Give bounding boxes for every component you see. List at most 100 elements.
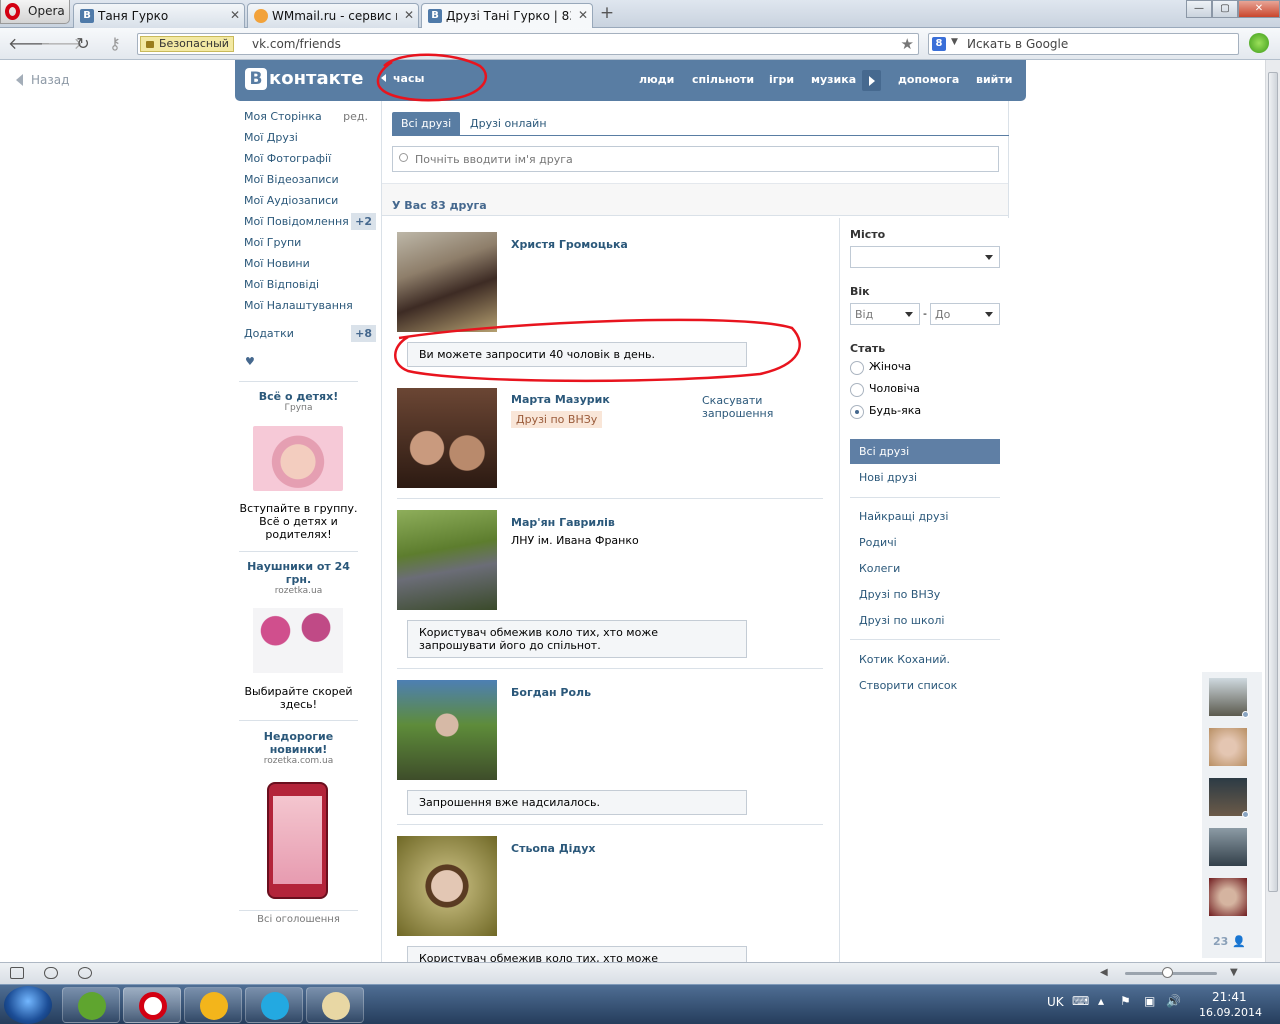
windows-start-button[interactable] xyxy=(4,986,52,1024)
filter-best-friends[interactable]: Найкращі друзі xyxy=(850,504,1000,529)
menu-my-friends[interactable]: Мої Друзі xyxy=(239,129,376,150)
skype-taskbar-button[interactable] xyxy=(245,987,303,1023)
opera-taskbar-button[interactable] xyxy=(123,987,181,1023)
menu-apps[interactable]: Додатки +8 xyxy=(239,325,376,346)
filter-university-friends[interactable]: Друзі по ВНЗу xyxy=(850,582,1000,607)
url-text[interactable]: vk.com/friends xyxy=(252,37,341,51)
nav-help[interactable]: допомога xyxy=(898,73,959,86)
age-from-select[interactable]: Від xyxy=(850,303,920,325)
menu-my-news[interactable]: Мої Новини xyxy=(239,255,376,276)
tab-friends-online[interactable]: Друзі онлайн xyxy=(461,112,556,136)
zoom-slider-knob[interactable] xyxy=(1162,967,1173,978)
avatar[interactable] xyxy=(1209,728,1247,766)
filter-relatives[interactable]: Родичі xyxy=(850,530,1000,555)
ad-block[interactable]: Недорогие новинки! rozetka.com.ua xyxy=(239,730,358,766)
clock-date[interactable]: 16.09.2014 xyxy=(1199,1006,1262,1019)
nav-music[interactable]: музика xyxy=(811,73,856,86)
filter-new-friends[interactable]: Нові друзі xyxy=(850,465,1000,490)
key-icon[interactable]: ⚷ xyxy=(104,34,126,54)
ad-title[interactable]: Наушники от 24 грн. xyxy=(239,560,358,586)
language-indicator[interactable]: UK xyxy=(1047,995,1064,1009)
browser-tab-active[interactable]: В Друзі Тані Гурко | 83 д... ✕ xyxy=(421,3,593,29)
friend-photo[interactable] xyxy=(397,510,497,610)
filter-colleagues[interactable]: Колеги xyxy=(850,556,1000,581)
panel-toggle-icon[interactable] xyxy=(10,967,24,979)
opera-menu-button[interactable]: Opera xyxy=(0,0,70,24)
page-scrollbar[interactable] xyxy=(1265,60,1280,962)
heart-icon[interactable]: ♥ xyxy=(245,355,255,368)
friend-name[interactable]: Христя Громоцька xyxy=(511,238,628,251)
friend-name[interactable]: Мар'ян Гаврилів xyxy=(511,516,615,529)
audio-player-label[interactable]: часы xyxy=(381,72,424,85)
ad-block[interactable]: Всё о детях! Група xyxy=(239,390,358,413)
nav-communities[interactable]: спільноти xyxy=(692,73,754,86)
phone-ad-image[interactable] xyxy=(267,782,328,899)
back-arrow-icon[interactable]: 🡐 xyxy=(8,34,51,54)
new-tab-button[interactable]: + xyxy=(597,5,617,23)
friend-list-tag[interactable]: Друзі по ВНЗу xyxy=(511,411,603,428)
browser-tab[interactable]: WMmail.ru - сервис п... ✕ xyxy=(247,3,419,28)
turbo-icon[interactable] xyxy=(78,967,92,979)
headphones-ad-image[interactable] xyxy=(253,608,343,673)
nav-people[interactable]: люди xyxy=(639,73,674,86)
friend-name[interactable]: Богдан Роль xyxy=(511,686,591,699)
network-icon[interactable]: ▣ xyxy=(1144,994,1155,1008)
age-to-select[interactable]: До xyxy=(930,303,1000,325)
close-tab-icon[interactable]: ✕ xyxy=(404,8,414,22)
ad-block[interactable]: Наушники от 24 грн. rozetka.ua xyxy=(239,560,358,596)
keyboard-icon[interactable]: ⌨ xyxy=(1072,994,1089,1008)
city-select[interactable] xyxy=(850,246,1000,268)
utorrent-taskbar-button[interactable] xyxy=(62,987,120,1023)
zoom-menu-icon[interactable]: ▼ xyxy=(1230,967,1238,978)
ad-title[interactable]: Всё о детях! xyxy=(239,390,358,403)
menu-my-audio[interactable]: Мої Аудіозаписи xyxy=(239,192,376,213)
close-window-button[interactable]: ✕ xyxy=(1238,0,1280,18)
avatar[interactable] xyxy=(1209,778,1249,818)
flag-icon[interactable]: ⚑ xyxy=(1120,994,1131,1008)
search-field[interactable]: 8 ▼ Искать в Google xyxy=(928,33,1239,55)
address-bar[interactable]: Безопасный vk.com/friends ★ xyxy=(137,33,919,55)
nav-games[interactable]: ігри xyxy=(769,73,794,86)
scrollbar-thumb[interactable] xyxy=(1268,72,1278,892)
menu-my-videos[interactable]: Мої Відеозаписи xyxy=(239,171,376,192)
play-icon[interactable] xyxy=(862,70,881,91)
vk-logo[interactable]: Вконтакте xyxy=(245,68,363,90)
friend-photo[interactable] xyxy=(397,232,497,332)
menu-my-settings[interactable]: Мої Налаштування xyxy=(239,297,376,318)
edit-link[interactable]: ред. xyxy=(343,108,368,125)
create-list-link[interactable]: Створити список xyxy=(850,673,1000,698)
ad-title[interactable]: Недорогие новинки! xyxy=(239,730,358,756)
chevron-down-icon[interactable]: ▼ xyxy=(951,37,958,47)
zoom-out-icon[interactable]: ◀ xyxy=(1100,967,1108,978)
forward-arrow-icon[interactable]: 🡒 xyxy=(40,34,83,54)
zoom-slider[interactable] xyxy=(1125,967,1217,978)
aimp-taskbar-button[interactable] xyxy=(184,987,242,1023)
menu-my-groups[interactable]: Мої Групи xyxy=(239,234,376,255)
volume-icon[interactable]: 🔊 xyxy=(1166,994,1181,1008)
menu-my-page[interactable]: Моя Сторінка ред. xyxy=(239,108,376,129)
browser-tab[interactable]: В Таня Гурко ✕ xyxy=(73,3,245,28)
avatar[interactable] xyxy=(1209,678,1249,718)
filter-all-friends[interactable]: Всі друзі xyxy=(850,439,1000,464)
filter-custom-list[interactable]: Котик Коханий. xyxy=(850,647,1000,672)
friend-name[interactable]: Марта Мазурик xyxy=(511,393,610,406)
friend-photo[interactable] xyxy=(397,388,497,488)
bookmark-star-icon[interactable]: ★ xyxy=(901,35,914,53)
paint-taskbar-button[interactable] xyxy=(306,987,364,1023)
clock-time[interactable]: 21:41 xyxy=(1212,990,1247,1004)
filter-school-friends[interactable]: Друзі по школі xyxy=(850,608,1000,633)
minimize-button[interactable]: — xyxy=(1186,0,1212,18)
online-count[interactable]: 23 👤 xyxy=(1213,935,1246,948)
sex-female-radio[interactable]: Жіноча xyxy=(850,360,911,376)
speed-dial-icon[interactable] xyxy=(44,967,58,979)
google-icon[interactable]: 8 xyxy=(932,37,946,51)
tab-all-friends[interactable]: Всі друзі xyxy=(392,112,461,136)
download-icon[interactable] xyxy=(1249,33,1269,53)
tray-chevron-icon[interactable]: ▴ xyxy=(1098,994,1104,1008)
friend-search-input[interactable]: Почніть вводити ім'я друга xyxy=(392,146,999,172)
friend-photo[interactable] xyxy=(397,680,497,780)
baby-ad-image[interactable] xyxy=(253,426,343,491)
cancel-invite-link[interactable]: Скасувати запрошення xyxy=(702,394,782,420)
close-tab-icon[interactable]: ✕ xyxy=(230,8,240,22)
avatar[interactable] xyxy=(1209,878,1247,916)
